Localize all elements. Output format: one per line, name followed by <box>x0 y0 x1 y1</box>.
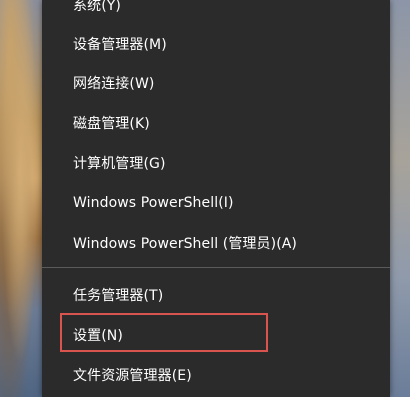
menu-item-task-manager[interactable]: 任务管理器(T) <box>42 276 390 314</box>
desktop-wallpaper-right <box>390 0 410 397</box>
menu-separator <box>42 267 390 268</box>
menu-item-computer-management[interactable]: 计算机管理(G) <box>42 144 390 182</box>
menu-item-disk-management[interactable]: 磁盘管理(K) <box>42 104 390 142</box>
winx-context-menu: 系统(Y) 设备管理器(M) 网络连接(W) 磁盘管理(K) 计算机管理(G) … <box>42 0 390 397</box>
menu-item-system[interactable]: 系统(Y) <box>42 0 390 24</box>
menu-item-file-explorer[interactable]: 文件资源管理器(E) <box>42 356 390 394</box>
menu-item-powershell[interactable]: Windows PowerShell(I) <box>42 184 390 222</box>
menu-item-network-connections[interactable]: 网络连接(W) <box>42 64 390 102</box>
menu-item-powershell-admin[interactable]: Windows PowerShell (管理员)(A) <box>42 224 390 262</box>
desktop-wallpaper-left <box>0 0 42 397</box>
menu-item-device-manager[interactable]: 设备管理器(M) <box>42 25 390 63</box>
menu-item-settings[interactable]: 设置(N) <box>42 316 390 354</box>
